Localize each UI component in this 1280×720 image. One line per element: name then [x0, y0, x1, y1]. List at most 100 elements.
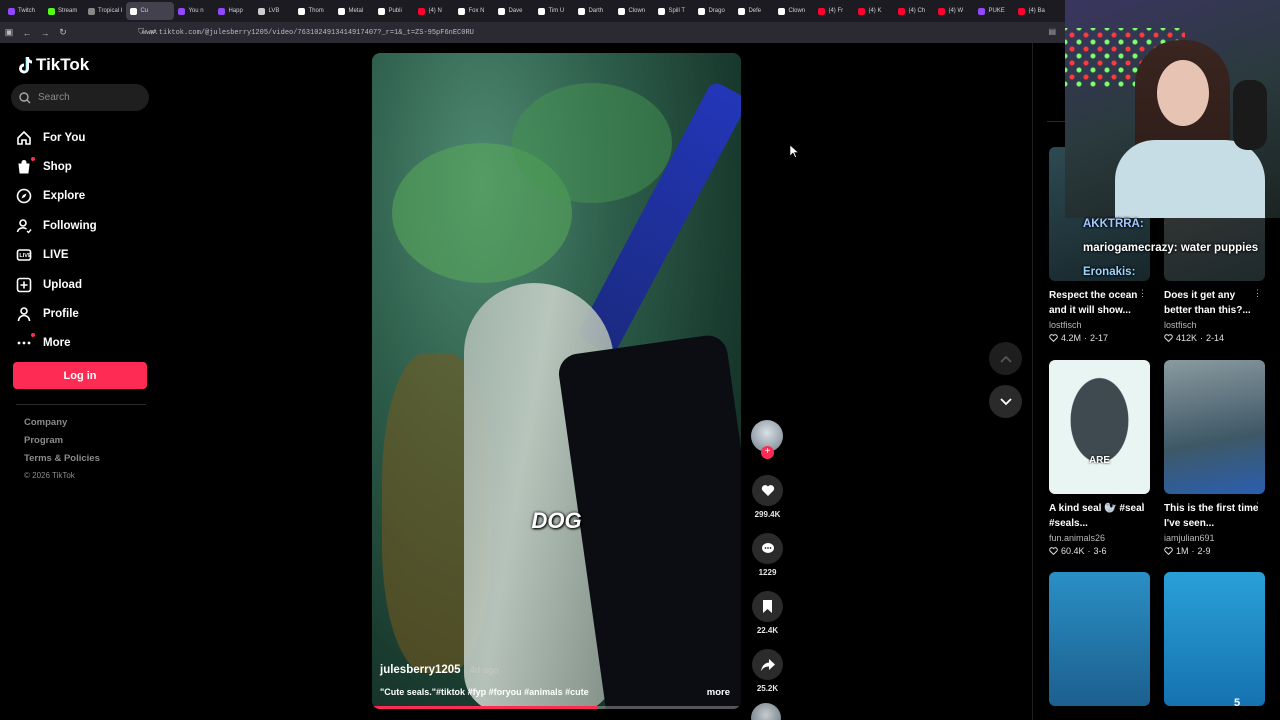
browser-tab[interactable]: Clown	[614, 2, 654, 20]
tiktok-logo[interactable]: TikTok	[16, 55, 89, 75]
next-video-button[interactable]	[989, 385, 1022, 418]
more-options-icon[interactable]: ⋮	[1138, 288, 1147, 299]
footer-link-company[interactable]: Company	[24, 417, 100, 435]
browser-tab[interactable]: Cu	[126, 2, 175, 20]
browser-tab[interactable]: (4) N	[414, 2, 454, 20]
streamer-face-shape	[1157, 60, 1209, 126]
browser-tab[interactable]: (4) Fr	[814, 2, 854, 20]
sidebar-toggle-icon[interactable]: ▣	[0, 27, 18, 38]
browser-tab[interactable]: (4) K	[854, 2, 894, 20]
author-avatar[interactable]: +	[751, 420, 783, 459]
like-button[interactable]	[752, 475, 783, 506]
more-options-icon[interactable]: ⋮	[1138, 501, 1147, 512]
browser-tab[interactable]: Stream	[44, 2, 84, 20]
browser-tab[interactable]: Clown	[774, 2, 814, 20]
sidebar-item-more[interactable]: More	[16, 329, 97, 358]
share-button[interactable]	[752, 649, 783, 680]
browser-tab[interactable]: LVB	[254, 2, 294, 20]
address-bar[interactable]: www.tiktok.com/@julesberry1205/video/763…	[142, 29, 474, 37]
browser-tab[interactable]: Publi	[374, 2, 414, 20]
sidebar-item-for-you[interactable]: For You	[16, 123, 97, 152]
video-progress-bar[interactable]	[372, 706, 741, 709]
recommended-video-card[interactable]: This is the first time I've seen... ⋮ iamj…	[1164, 360, 1265, 556]
reload-icon[interactable]: ↻	[54, 27, 72, 38]
recommended-video-author[interactable]: fun.animals26	[1049, 533, 1150, 543]
browser-tab[interactable]: Fox N	[454, 2, 494, 20]
browser-tab[interactable]: Darth	[574, 2, 614, 20]
sound-disc-avatar[interactable]	[751, 703, 781, 720]
browser-tab[interactable]: Metal	[334, 2, 374, 20]
like-count: 4.2M	[1061, 333, 1082, 343]
video-player[interactable]: DOG julesberry1205 · 4d ago "Cute seals.…	[372, 53, 741, 709]
footer-link-program[interactable]: Program	[24, 435, 100, 453]
tab-label: (4) N	[428, 8, 442, 14]
heart-outline-icon	[1049, 334, 1058, 342]
dot-separator: ·	[1191, 546, 1195, 556]
seaweed-shape	[512, 83, 672, 203]
browser-tab[interactable]: Happ	[214, 2, 254, 20]
more-options-icon[interactable]: ⋮	[1253, 501, 1262, 512]
search-input[interactable]	[38, 92, 138, 103]
comment-button[interactable]	[752, 533, 783, 564]
bookmark-button[interactable]	[752, 591, 783, 622]
search-box[interactable]	[11, 84, 149, 111]
recommended-video-author[interactable]: lostfisch	[1164, 320, 1265, 330]
more-options-icon[interactable]: ⋮	[1253, 288, 1262, 299]
browser-tab[interactable]: Dave	[494, 2, 534, 20]
tab-label: Fox N	[468, 8, 485, 14]
sidebar-item-profile[interactable]: Profile	[16, 299, 97, 328]
browser-tab[interactable]: (4) Ch	[894, 2, 934, 20]
author-name[interactable]: julesberry1205	[380, 664, 461, 676]
sidebar-item-upload[interactable]: Upload	[16, 270, 97, 299]
permissions-icon[interactable]: ⇄	[150, 27, 157, 37]
video-thumbnail[interactable]	[1164, 572, 1265, 706]
svg-text:LIVE: LIVE	[19, 253, 32, 259]
tab-favicon-icon	[1018, 7, 1026, 15]
post-date: 2-17	[1090, 333, 1109, 343]
home-icon	[16, 130, 32, 146]
more-icon	[16, 333, 35, 351]
previous-video-button[interactable]	[989, 342, 1022, 375]
browser-tab[interactable]: You n	[174, 2, 214, 20]
chat-username: mariogamecrazy:	[1083, 242, 1178, 254]
forward-icon[interactable]: →	[36, 28, 54, 38]
browser-tab[interactable]: (4) W	[934, 2, 974, 20]
back-icon[interactable]: ←	[18, 28, 36, 38]
browser-tab[interactable]: Tim U	[534, 2, 574, 20]
more-link[interactable]: more	[707, 687, 730, 698]
recommended-video-title[interactable]: A kind seal 🦭 #seal #seals...	[1049, 501, 1150, 531]
recommended-video-stats: 412K · 2-14	[1164, 333, 1265, 343]
video-thumbnail[interactable]	[1049, 572, 1150, 706]
recommended-video-card[interactable]	[1164, 572, 1265, 706]
recommended-video-card[interactable]	[1049, 572, 1150, 706]
recommended-video-card[interactable]: ARE A kind seal 🦭 #seal #seals... ⋮ fun.ani…	[1049, 360, 1150, 556]
browser-tab[interactable]: Spill T	[654, 2, 694, 20]
browser-tab[interactable]: (4) Ba	[1014, 2, 1054, 20]
browser-tab[interactable]: Drago	[694, 2, 734, 20]
recommended-video-title[interactable]: Does it get any better than this?...	[1164, 288, 1265, 318]
reader-view-icon[interactable]: ▤	[1048, 27, 1056, 36]
browser-tab[interactable]: PUKE	[974, 2, 1014, 20]
sidebar-item-live[interactable]: LIVE LIVE	[16, 241, 97, 270]
video-overlay-text: DOG	[531, 508, 582, 533]
video-thumbnail[interactable]	[1164, 360, 1265, 494]
browser-tab[interactable]: Thom	[294, 2, 334, 20]
recommended-video-author[interactable]: iamjulian691	[1164, 533, 1265, 543]
tab-label: Dave	[508, 8, 523, 14]
video-author[interactable]: julesberry1205 · 4d ago	[380, 664, 499, 676]
browser-tab[interactable]: Tropical I	[84, 2, 126, 20]
shield-icon[interactable]: ⛉	[138, 27, 144, 37]
sidebar-item-shop[interactable]: Shop	[16, 152, 97, 181]
browser-tab[interactable]: Twitch	[4, 2, 44, 20]
recommended-video-title[interactable]: This is the first time I've seen...	[1164, 501, 1265, 531]
footer-link-terms[interactable]: Terms & Policies	[24, 453, 100, 471]
recommended-video-author[interactable]: lostfisch	[1049, 320, 1150, 330]
tab-label: Stream	[58, 8, 78, 14]
recommended-video-title[interactable]: Respect the ocean and it will show...	[1049, 288, 1150, 318]
video-thumbnail[interactable]: ARE	[1049, 360, 1150, 494]
browser-tab[interactable]: Defe	[734, 2, 774, 20]
follow-plus-icon[interactable]: +	[761, 446, 774, 459]
login-button[interactable]: Log in	[13, 362, 147, 389]
sidebar-item-explore[interactable]: Explore	[16, 182, 97, 211]
sidebar-item-following[interactable]: Following	[16, 211, 97, 240]
